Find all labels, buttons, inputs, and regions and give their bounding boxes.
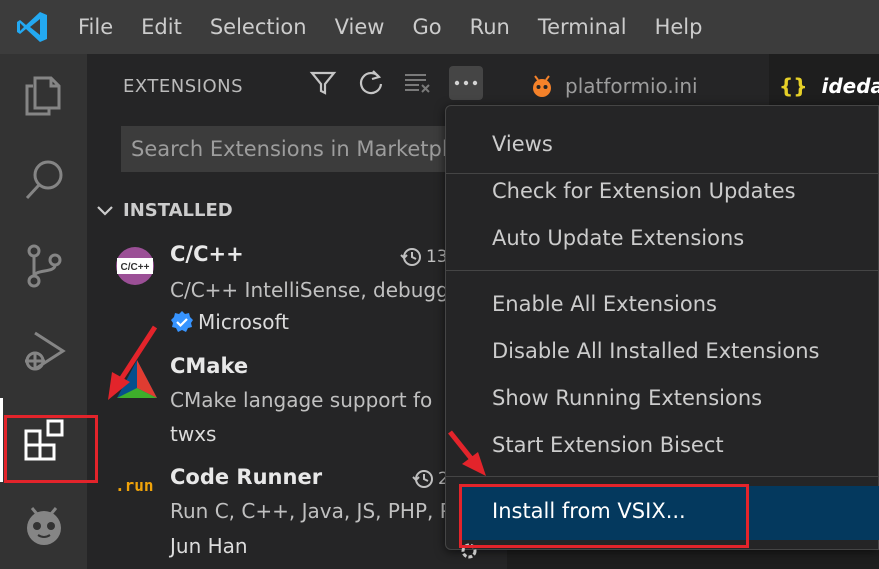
annotation-arrow-vsix — [448, 430, 486, 476]
annotation-arrows — [108, 325, 486, 476]
annotation-arrow-extensions — [108, 325, 158, 400]
